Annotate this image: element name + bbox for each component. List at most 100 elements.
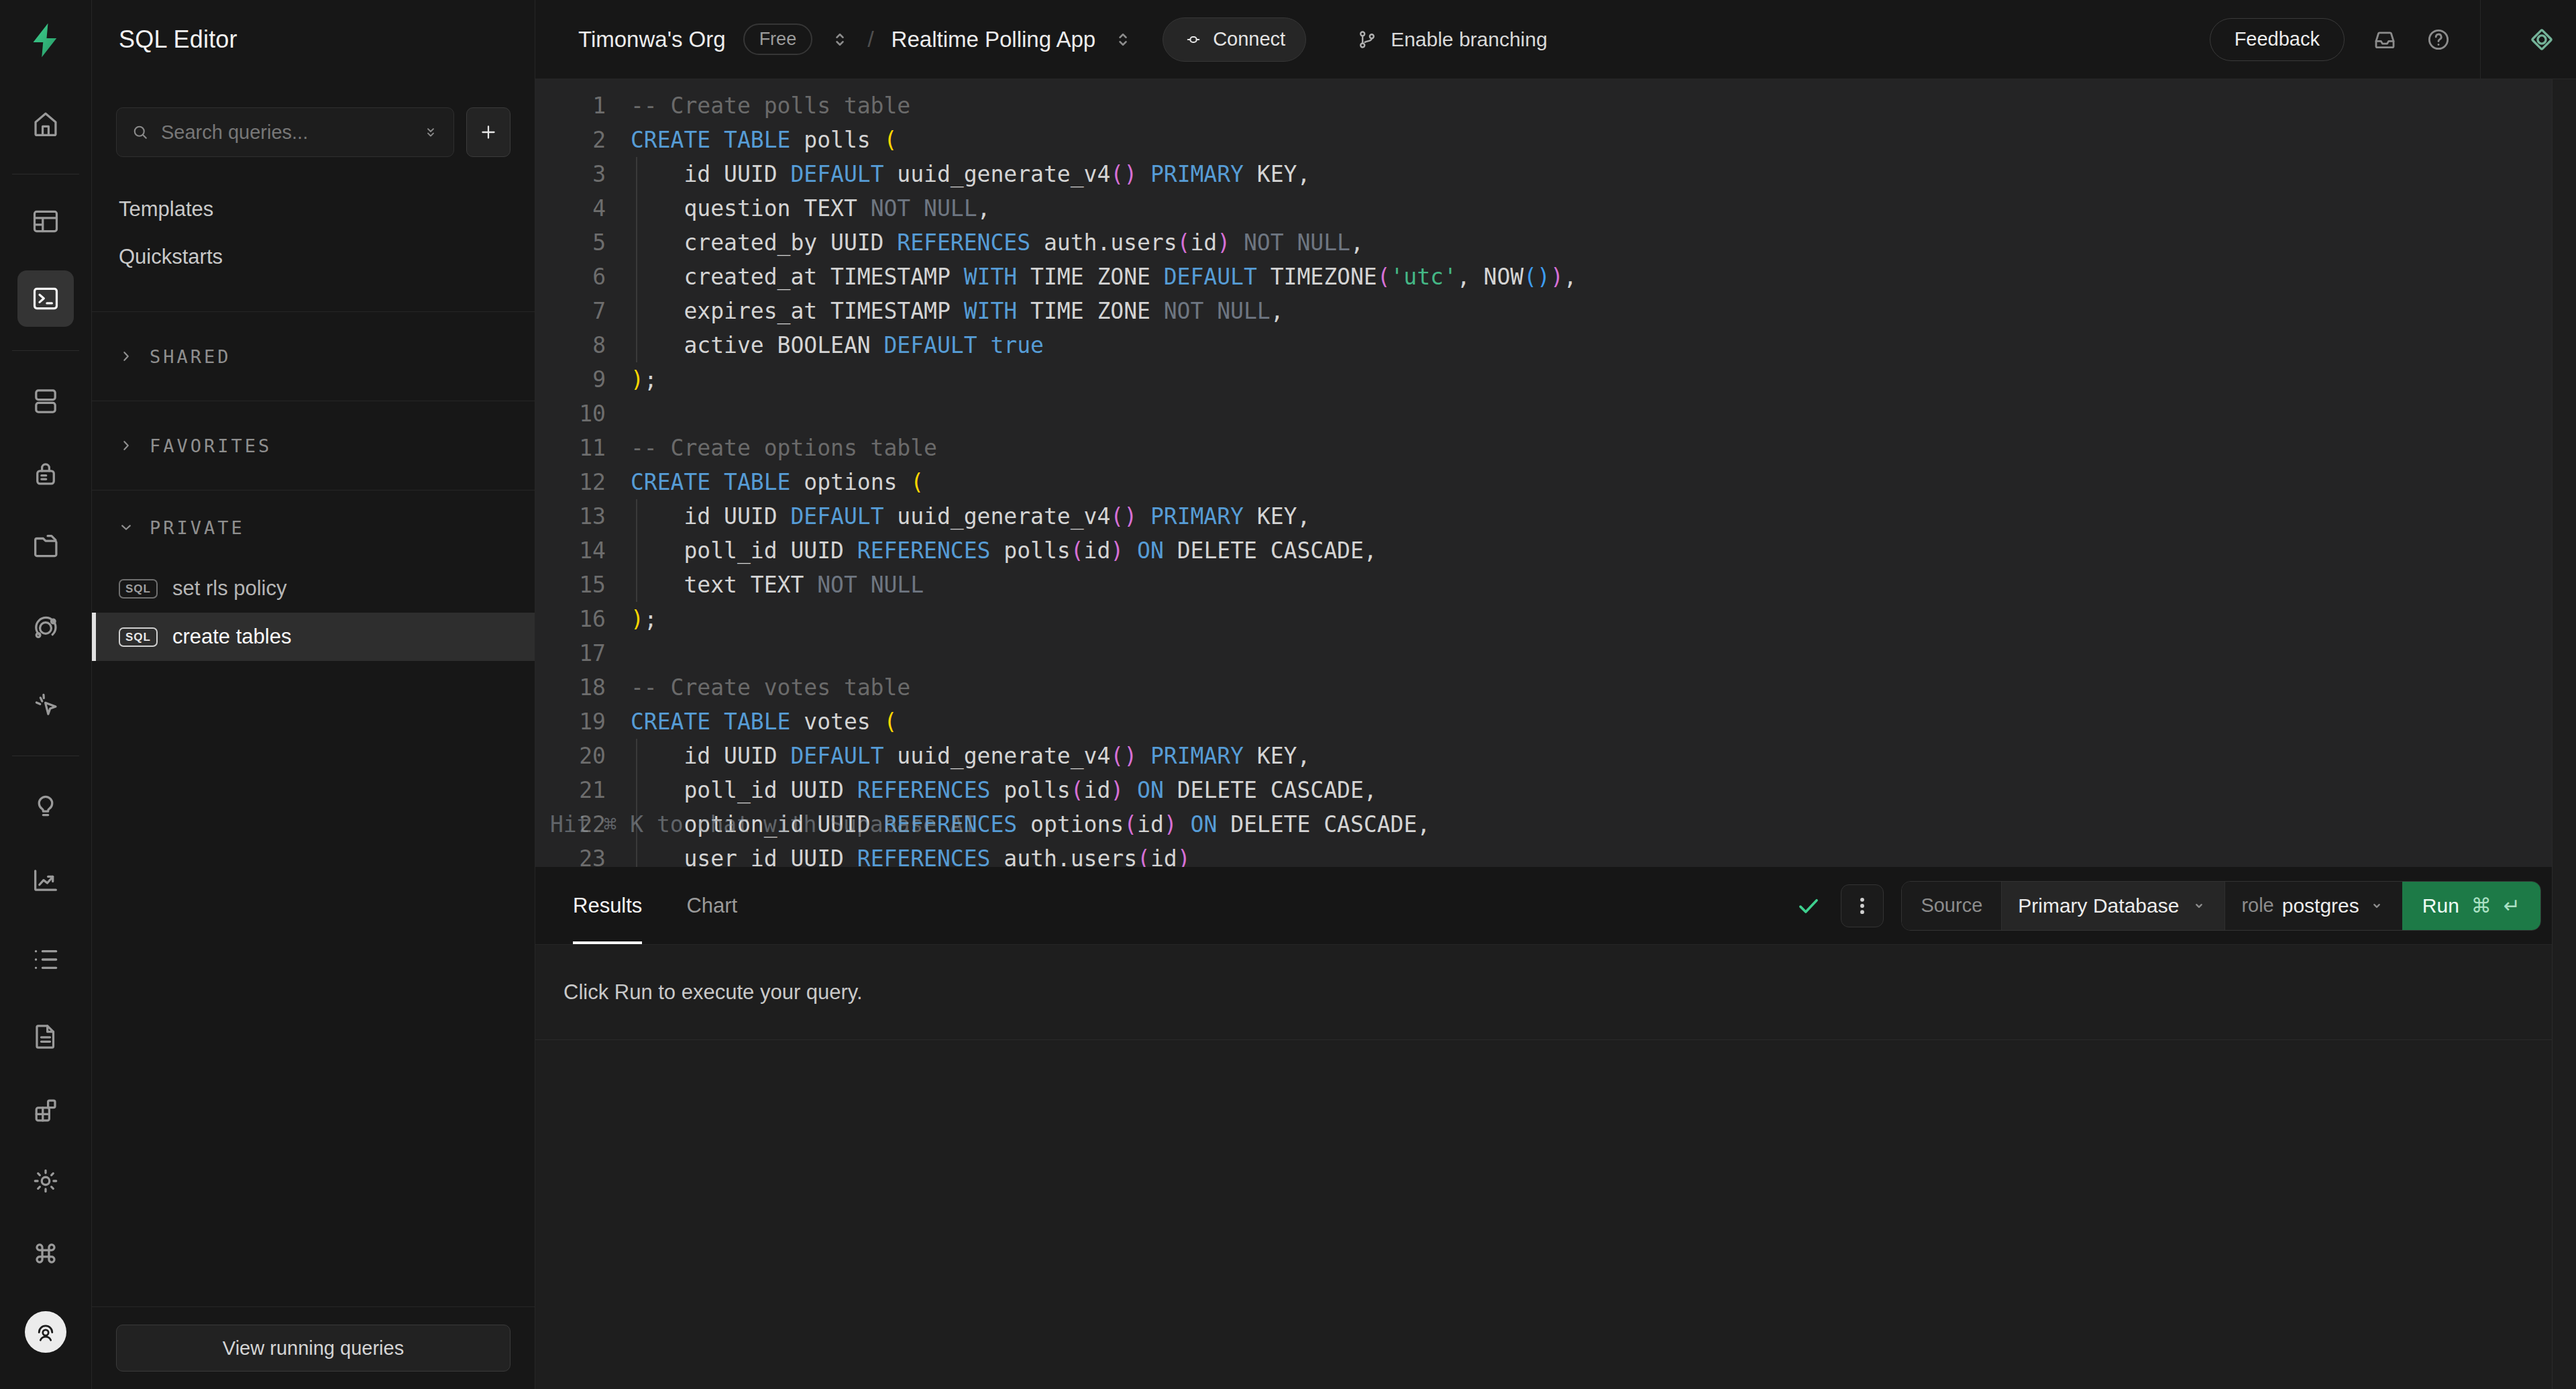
code-line: 8 active BOOLEAN DEFAULT true xyxy=(535,328,2552,362)
rail-database[interactable] xyxy=(17,373,74,429)
sql-code-editor[interactable]: Hit ⌘ K to chat with Supabase AI 1-- Cre… xyxy=(535,79,2552,867)
branch-icon xyxy=(1356,28,1379,51)
indent-guide xyxy=(636,157,637,362)
chevron-right-icon xyxy=(117,437,135,454)
line-number: 14 xyxy=(535,537,606,564)
line-number: 12 xyxy=(535,469,606,495)
rail-integrations[interactable] xyxy=(17,1082,74,1139)
home-icon xyxy=(30,109,61,140)
divider xyxy=(2480,0,2481,79)
query-item-label: set rls policy xyxy=(172,576,287,601)
code-line: 13 id UUID DEFAULT uuid_generate_v4() PR… xyxy=(535,499,2552,533)
sidebar-link-quickstarts[interactable]: Quickstarts xyxy=(92,233,535,280)
cmd-key-icon: ⌘ xyxy=(2471,894,2491,917)
code-line: 2CREATE TABLE polls ( xyxy=(535,123,2552,157)
rail-storage[interactable] xyxy=(17,518,74,574)
line-number: 18 xyxy=(535,674,606,701)
line-number: 21 xyxy=(535,777,606,803)
integrations-icon xyxy=(30,1095,61,1126)
sidebar-section-favorites[interactable]: FAVORITES xyxy=(92,401,535,490)
code-line: 23 user_id UUID REFERENCES auth.users(id… xyxy=(535,841,2552,867)
inbox-icon[interactable] xyxy=(2371,26,2398,53)
source-label: Source xyxy=(1902,882,2002,930)
check-icon xyxy=(1794,891,1823,921)
code-line: 16); xyxy=(535,602,2552,636)
plug-icon xyxy=(1183,30,1203,50)
sql-editor-sidebar: SQL Editor Search queries... TemplatesQu… xyxy=(92,0,535,1389)
rail-advisors[interactable] xyxy=(17,777,74,833)
rail-realtime[interactable] xyxy=(17,676,74,733)
assistant-side-strip[interactable] xyxy=(2552,79,2576,1389)
double-chevron-down-icon[interactable] xyxy=(421,123,440,142)
tab-chart[interactable]: Chart xyxy=(686,867,737,944)
sidebar-section-shared[interactable]: SHARED xyxy=(92,312,535,401)
sidebar-link-templates[interactable]: Templates xyxy=(92,185,535,233)
new-query-button[interactable] xyxy=(466,107,511,157)
rail-logs[interactable] xyxy=(17,931,74,988)
logs-icon xyxy=(30,944,61,975)
database-select[interactable]: Primary Database xyxy=(2002,882,2225,930)
line-number: 16 xyxy=(535,606,606,632)
rail-sql-editor[interactable] xyxy=(17,270,74,327)
code-line: 19CREATE TABLE votes ( xyxy=(535,705,2552,739)
rail-reports[interactable] xyxy=(17,852,74,909)
line-number: 1 xyxy=(535,93,606,119)
query-item-create-tables[interactable]: SQLcreate tables xyxy=(92,613,535,661)
advisors-icon xyxy=(30,790,61,821)
line-number: 22 xyxy=(535,811,606,837)
supabase-logo[interactable] xyxy=(25,20,66,60)
code-line: 12CREATE TABLE options ( xyxy=(535,465,2552,499)
results-panel: Results Chart Source Primary Database rol… xyxy=(535,867,2552,1389)
sidebar-footer: View running queries xyxy=(92,1306,535,1389)
chevron-down-icon xyxy=(117,519,135,536)
project-switcher-icon[interactable] xyxy=(1113,30,1133,50)
view-running-queries-button[interactable]: View running queries xyxy=(116,1325,511,1372)
chevron-down-icon xyxy=(2367,896,2386,915)
line-number: 10 xyxy=(535,401,606,427)
run-button[interactable]: Run ⌘ ↵ xyxy=(2402,882,2540,930)
divider xyxy=(12,350,79,351)
rail-home[interactable] xyxy=(17,96,74,152)
command-menu-icon xyxy=(30,1238,61,1269)
rail-table-editor[interactable] xyxy=(17,193,74,250)
edge-functions-icon xyxy=(30,613,61,644)
user-avatar[interactable] xyxy=(25,1311,66,1353)
query-item-set-rls-policy[interactable]: SQL set rls policy xyxy=(92,564,535,613)
code-line: 4 question TEXT NOT NULL, xyxy=(535,191,2552,225)
project-name[interactable]: Realtime Polling App xyxy=(892,27,1096,52)
search-input[interactable]: Search queries... xyxy=(116,107,454,157)
enter-key-icon: ↵ xyxy=(2504,894,2520,917)
results-empty-area xyxy=(535,1040,2552,1389)
reports-icon xyxy=(30,865,61,896)
sql-badge: SQL xyxy=(119,579,158,599)
connect-button[interactable]: Connect xyxy=(1163,17,1306,62)
breadcrumb-separator: / xyxy=(867,26,873,52)
rail-auth[interactable] xyxy=(17,446,74,502)
rail-api-docs[interactable] xyxy=(17,1009,74,1065)
database-icon xyxy=(30,386,61,417)
settings-icon xyxy=(30,1166,61,1196)
line-number: 13 xyxy=(535,503,606,529)
role-select[interactable]: role postgres xyxy=(2225,882,2402,930)
code-line: 22 option_id UUID REFERENCES options(id)… xyxy=(535,807,2552,841)
auth-icon xyxy=(30,458,61,489)
tab-results[interactable]: Results xyxy=(573,867,642,944)
code-line: 15 text TEXT NOT NULL xyxy=(535,568,2552,602)
ai-assistant-button[interactable] xyxy=(2508,0,2576,79)
page-title: SQL Editor xyxy=(92,0,535,54)
rail-edge-functions[interactable] xyxy=(17,600,74,656)
run-controls: Source Primary Database role postgres xyxy=(1901,881,2541,931)
feedback-button[interactable]: Feedback xyxy=(2210,18,2345,61)
search-icon xyxy=(130,122,150,142)
code-line: 9); xyxy=(535,362,2552,397)
more-options-button[interactable] xyxy=(1841,884,1884,927)
chevron-right-icon xyxy=(117,348,135,365)
rail-settings[interactable] xyxy=(17,1153,74,1209)
code-line: 10 xyxy=(535,397,2552,431)
enable-branching-button[interactable]: Enable branching xyxy=(1356,28,1548,51)
help-icon[interactable] xyxy=(2425,26,2452,53)
sidebar-section-private[interactable]: PRIVATE xyxy=(92,491,535,564)
rail-command-menu[interactable] xyxy=(17,1225,74,1282)
org-switcher-icon[interactable] xyxy=(830,30,850,50)
org-name[interactable]: Timonwa's Org xyxy=(578,27,726,52)
